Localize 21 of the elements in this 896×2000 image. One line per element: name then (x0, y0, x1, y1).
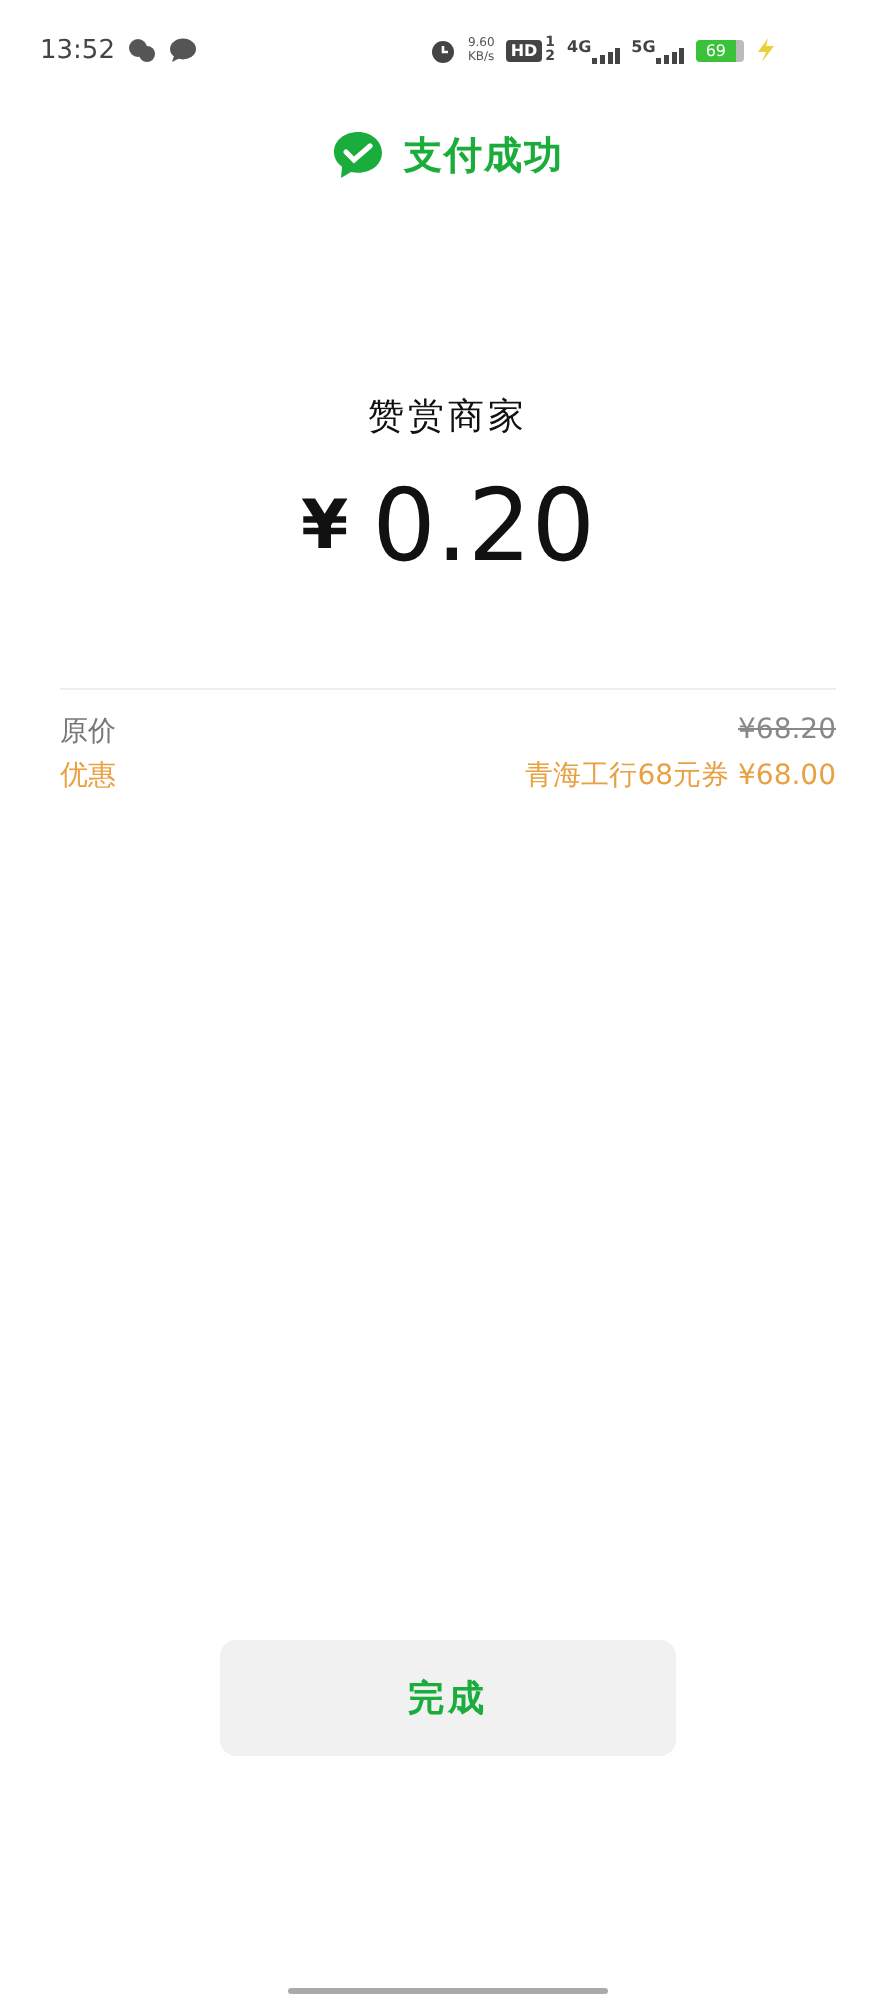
message-icon (170, 38, 197, 62)
home-indicator[interactable] (288, 1988, 608, 1994)
price-value: ¥68.20 (738, 714, 836, 750)
alarm-icon (429, 37, 456, 63)
merchant-name: 赞赏商家 (368, 394, 528, 440)
network-type: 5G (631, 37, 656, 55)
network-type: 4G (567, 37, 592, 55)
wechat-pay-icon (332, 130, 384, 182)
signal-icon (591, 47, 620, 63)
amount-value: 0.20 (372, 468, 595, 584)
price-label: 优惠 (60, 758, 116, 794)
done-button[interactable]: 完成 (220, 1640, 676, 1756)
signal-icon (655, 47, 684, 63)
hd-badge: HD (506, 39, 542, 61)
currency-symbol: ¥ (301, 486, 349, 566)
chat-app-icon (128, 37, 157, 63)
status-time: 13:52 (40, 35, 115, 65)
success-title: 支付成功 (404, 132, 564, 182)
price-value: 青海工行68元券 ¥68.00 (525, 758, 836, 794)
price-label: 原价 (60, 714, 116, 750)
battery-level: 69 (695, 39, 744, 61)
